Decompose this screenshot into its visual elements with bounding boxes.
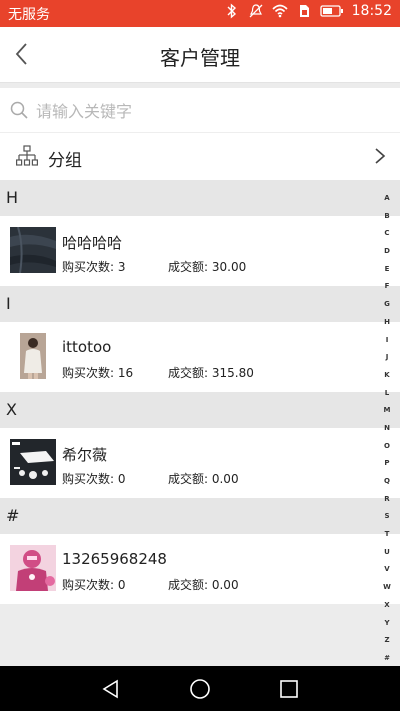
status-bar: 无服务 18:52: [0, 0, 400, 27]
index-letter[interactable]: Z: [384, 632, 389, 650]
customer-thumbnail: [10, 227, 56, 273]
index-letter[interactable]: W: [383, 579, 391, 597]
index-letter[interactable]: B: [384, 208, 389, 226]
group-label: 分组: [48, 151, 82, 171]
system-nav-bar: [0, 666, 400, 711]
search-input[interactable]: [34, 98, 378, 124]
purchase-count: 购买次数: 0: [62, 578, 126, 592]
customer-name: 希尔薇: [62, 446, 108, 464]
index-letter[interactable]: S: [384, 508, 389, 526]
transaction-amount: 成交额: 30.00: [168, 260, 247, 274]
index-letter[interactable]: L: [385, 385, 389, 403]
org-tree-icon: [16, 145, 38, 166]
index-letter[interactable]: Q: [384, 473, 390, 491]
app-header: 客户管理: [0, 27, 400, 83]
index-letter[interactable]: U: [384, 544, 390, 562]
wifi-icon: [272, 4, 288, 18]
section-letter: X: [6, 400, 17, 419]
status-icons: 18:52: [224, 3, 392, 19]
index-letter[interactable]: D: [384, 243, 390, 261]
page-title: 客户管理: [160, 46, 240, 70]
search-icon: [10, 101, 28, 119]
nav-home-icon[interactable]: [189, 678, 211, 700]
customer-row[interactable]: 哈哈哈哈 购买次数: 3 成交额: 30.00: [0, 216, 400, 286]
customer-row[interactable]: ittotoo 购买次数: 16 成交额: 315.80: [0, 322, 400, 392]
customer-name: 哈哈哈哈: [62, 234, 123, 252]
index-letter[interactable]: T: [385, 526, 390, 544]
transaction-amount: 成交额: 315.80: [168, 366, 254, 380]
clock-label: 18:52: [351, 3, 392, 19]
index-letter[interactable]: A: [384, 190, 389, 208]
index-letter[interactable]: C: [384, 225, 389, 243]
index-letter[interactable]: H: [384, 314, 390, 332]
search-bar[interactable]: [0, 88, 400, 133]
index-letter[interactable]: O: [384, 438, 390, 456]
customer-thumbnail: [10, 545, 56, 591]
section-header: X: [0, 392, 400, 428]
index-letter[interactable]: P: [384, 455, 389, 473]
index-letter[interactable]: I: [386, 332, 389, 350]
bluetooth-icon: [227, 3, 236, 19]
index-letter[interactable]: V: [384, 561, 389, 579]
index-letter[interactable]: E: [385, 261, 390, 279]
chevron-right-icon: [375, 148, 386, 164]
mute-icon: [249, 4, 263, 18]
index-letter[interactable]: #: [384, 650, 390, 668]
carrier-label: 无服务: [8, 7, 50, 23]
purchase-count: 购买次数: 0: [62, 472, 126, 486]
nav-recents-icon[interactable]: [278, 678, 300, 700]
customer-row[interactable]: 希尔薇 购买次数: 0 成交额: 0.00: [0, 428, 400, 498]
index-letter[interactable]: J: [386, 349, 389, 367]
section-header: H: [0, 180, 400, 216]
customer-thumbnail: [10, 439, 56, 485]
index-letter[interactable]: F: [385, 278, 390, 296]
section-letter: I: [6, 294, 11, 313]
battery-icon: [319, 5, 343, 17]
customer-name: 13265968248: [62, 550, 167, 568]
section-header: #: [0, 498, 400, 534]
sim-icon: [299, 5, 309, 17]
customer-name: ittotoo: [62, 338, 112, 356]
index-letter[interactable]: M: [384, 402, 391, 420]
alphabet-index[interactable]: A B C D E F G H I J K L M N O P Q R S T U V W X Y Z #: [380, 190, 394, 668]
customer-row[interactable]: 13265968248 购买次数: 0 成交额: 0.00: [0, 534, 400, 604]
index-letter[interactable]: N: [384, 420, 390, 438]
index-letter[interactable]: K: [384, 367, 389, 385]
index-letter[interactable]: R: [384, 491, 389, 509]
purchase-count: 购买次数: 16: [62, 366, 134, 380]
section-letter: H: [6, 188, 19, 207]
transaction-amount: 成交额: 0.00: [168, 578, 239, 592]
index-letter[interactable]: G: [384, 296, 390, 314]
section-letter: #: [6, 506, 20, 525]
purchase-count: 购买次数: 3: [62, 260, 126, 274]
transaction-amount: 成交额: 0.00: [168, 472, 239, 486]
customer-thumbnail: [20, 333, 46, 379]
index-letter[interactable]: X: [384, 597, 389, 615]
nav-back-icon[interactable]: [100, 678, 122, 700]
group-row[interactable]: 分组: [0, 133, 400, 180]
index-letter[interactable]: Y: [384, 615, 389, 633]
section-header: I: [0, 286, 400, 322]
